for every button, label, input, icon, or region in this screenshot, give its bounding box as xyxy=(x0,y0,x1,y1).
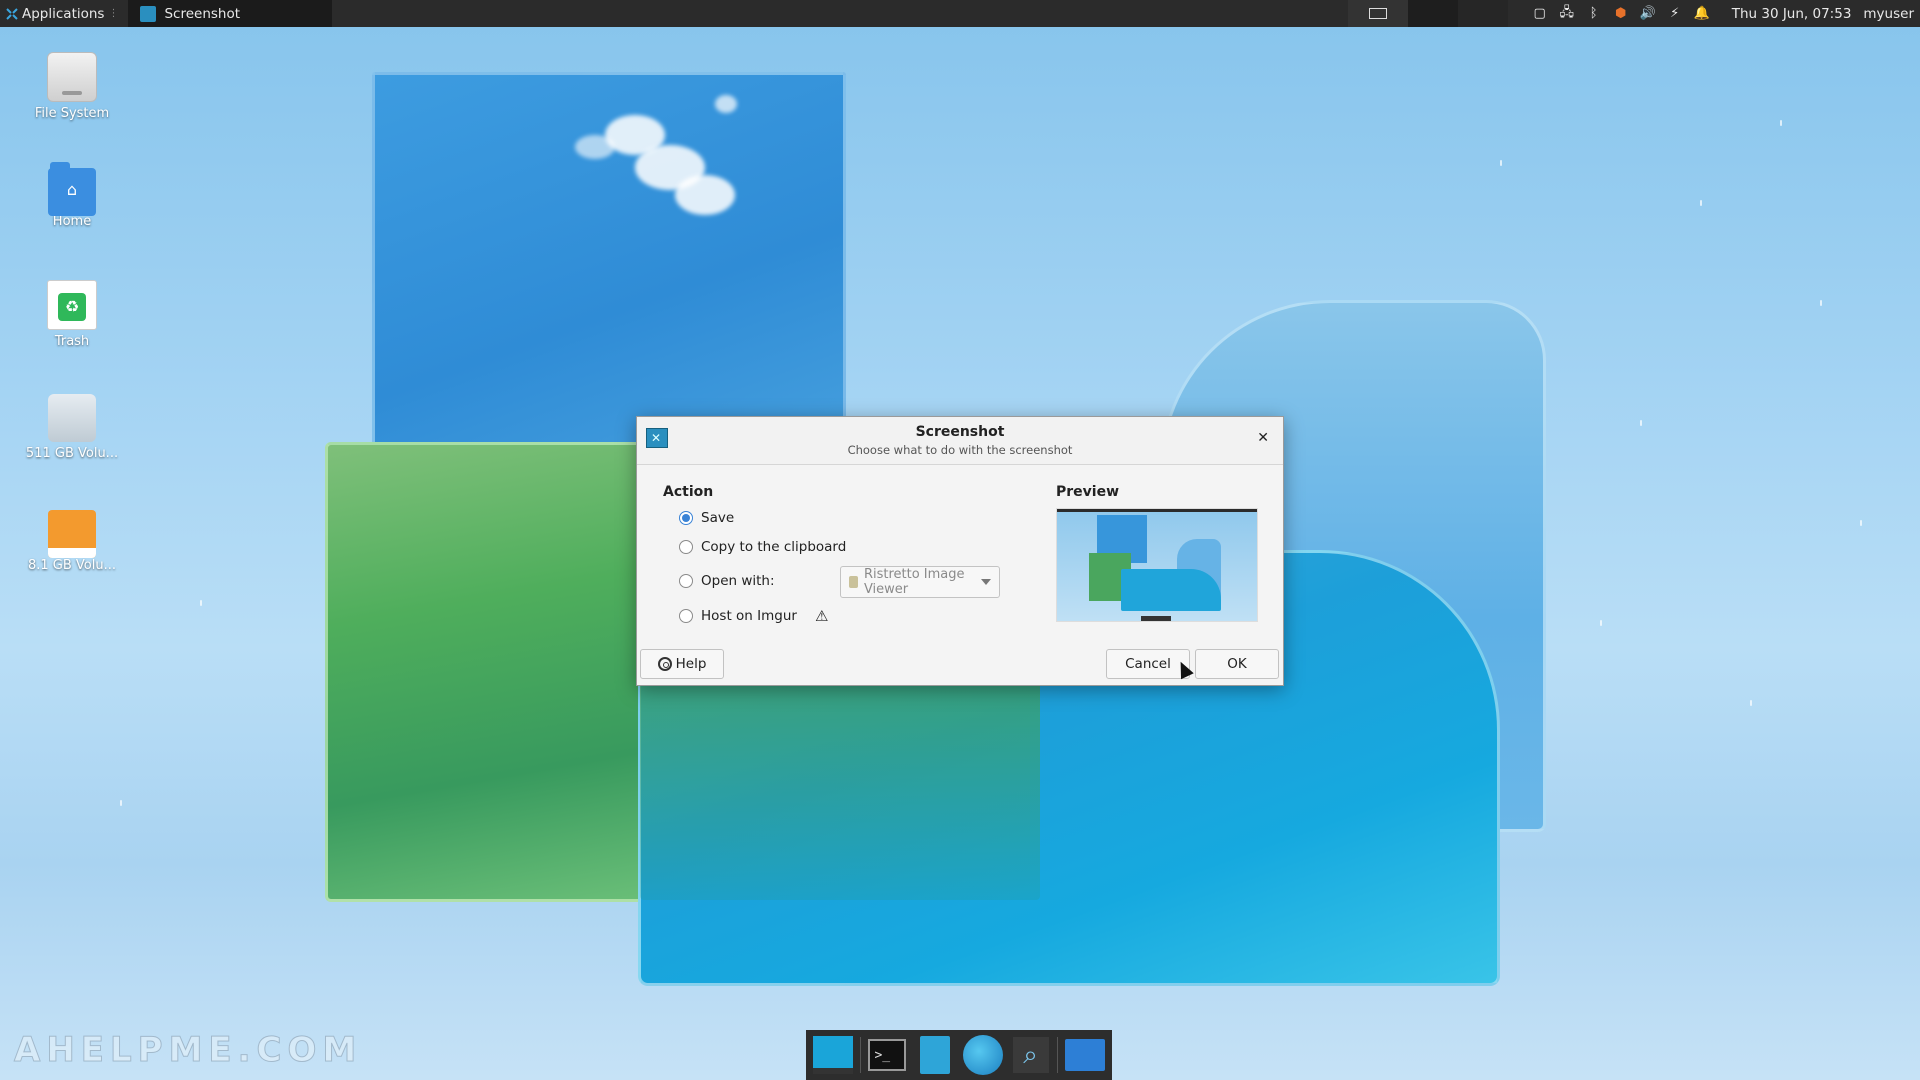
ok-button-label: OK xyxy=(1227,656,1247,672)
action-label: Action xyxy=(663,484,714,500)
clipboard-icon[interactable]: ▢ xyxy=(1532,6,1548,22)
window-icon xyxy=(1368,8,1387,19)
user-menu[interactable]: myuser xyxy=(1863,6,1920,22)
radio-button[interactable] xyxy=(679,540,693,554)
applications-menu[interactable]: Applications ⋮ xyxy=(0,0,124,27)
radio-open-with-label: Open with: xyxy=(701,573,775,589)
dock-show-desktop[interactable] xyxy=(812,1034,854,1076)
workspace-2[interactable] xyxy=(1457,0,1508,27)
help-icon xyxy=(657,657,672,671)
dialog-header: Screenshot Choose what to do with the sc… xyxy=(637,417,1283,465)
radio-button-checked[interactable] xyxy=(679,511,693,525)
dock-separator xyxy=(1057,1037,1059,1073)
desktop-icon-label: File System xyxy=(34,106,110,121)
radio-imgur[interactable]: Host on Imgur ⚠ xyxy=(679,607,828,625)
system-tray: ▢ 🖧 ᛒ ⬢ 🔊 ⚡ 🔔 xyxy=(1508,5,1720,22)
radio-open-with[interactable]: Open with: xyxy=(679,573,775,589)
preview-label: Preview xyxy=(1056,484,1120,500)
workspace-1[interactable] xyxy=(1407,0,1458,27)
dock-file-manager[interactable] xyxy=(914,1034,956,1076)
image-viewer-icon xyxy=(849,576,858,588)
desktop-icon-home[interactable]: ⌂ Home xyxy=(17,162,127,229)
open-with-app-select[interactable]: Ristretto Image Viewer xyxy=(840,566,1000,598)
screenshot-preview xyxy=(1056,508,1258,622)
taskbar-item-screenshot[interactable]: Screenshot xyxy=(128,0,333,27)
desktop-icon-label: Trash xyxy=(54,334,90,349)
ok-button[interactable]: OK xyxy=(1195,649,1279,679)
help-button-label: Help xyxy=(675,656,707,672)
wallpaper-green-overlay xyxy=(640,670,1040,900)
dock-folder[interactable] xyxy=(1064,1034,1106,1076)
volume-icon[interactable]: 🔊 xyxy=(1640,6,1656,22)
radio-imgur-label: Host on Imgur xyxy=(701,608,797,624)
app-finder-icon: ⌕ xyxy=(1012,1037,1049,1073)
radio-clipboard-label: Copy to the clipboard xyxy=(701,539,847,555)
desktop-icon xyxy=(812,1036,853,1074)
desktop-icon-volume-511gb[interactable]: 511 GB Volu... xyxy=(17,394,127,461)
radio-clipboard[interactable]: Copy to the clipboard xyxy=(679,539,846,555)
dialog-subtitle: Choose what to do with the screenshot xyxy=(847,443,1073,457)
desktop-icon-label: Home xyxy=(52,214,92,229)
close-icon[interactable]: ✕ xyxy=(1257,430,1269,446)
show-desktop-button[interactable] xyxy=(1347,0,1408,27)
bell-icon[interactable]: 🔔 xyxy=(1694,6,1710,22)
taskbar-item-label: Screenshot xyxy=(164,5,241,22)
file-manager-icon xyxy=(920,1036,951,1074)
top-panel: Applications ⋮ Screenshot ▢ 🖧 ᛒ ⬢ 🔊 ⚡ 🔔 … xyxy=(0,0,1920,27)
bottom-dock: >_ ⌕ xyxy=(806,1030,1112,1080)
desktop-icon-label: 511 GB Volu... xyxy=(25,446,119,461)
network-icon[interactable]: 🖧 xyxy=(1559,5,1575,22)
clock[interactable]: Thu 30 Jun, 07:53 xyxy=(1720,6,1864,22)
screenshot-app-icon xyxy=(140,5,157,22)
radio-button[interactable] xyxy=(679,609,693,623)
warning-icon[interactable]: ⚠ xyxy=(815,607,828,625)
web-browser-icon xyxy=(962,1035,1003,1075)
cancel-button-label: Cancel xyxy=(1125,656,1171,672)
desktop-icon-trash[interactable]: ♻ Trash xyxy=(17,280,127,349)
watermark: AHELPME.COM xyxy=(13,1030,363,1071)
shield-icon[interactable]: ⬢ xyxy=(1613,6,1629,22)
menu-separator: ⋮ xyxy=(108,8,119,19)
radio-save[interactable]: Save xyxy=(679,510,734,526)
dialog-title: Screenshot xyxy=(915,424,1005,440)
chevron-down-icon xyxy=(981,579,991,585)
help-button[interactable]: Help xyxy=(640,649,724,679)
dock-web-browser[interactable] xyxy=(962,1034,1004,1076)
dock-terminal[interactable]: >_ xyxy=(867,1034,909,1076)
drive-icon xyxy=(47,52,97,102)
xfce-logo-icon xyxy=(6,7,18,20)
applications-label: Applications xyxy=(22,5,105,22)
home-folder-icon: ⌂ xyxy=(48,162,96,216)
drive-icon xyxy=(48,394,96,442)
radio-button[interactable] xyxy=(679,574,693,588)
open-with-app-value: Ristretto Image Viewer xyxy=(863,567,965,597)
usb-drive-icon xyxy=(48,510,96,558)
power-icon[interactable]: ⚡ xyxy=(1667,6,1683,22)
dock-separator xyxy=(859,1037,861,1073)
radio-save-label: Save xyxy=(701,510,735,526)
desktop-icon-label: 8.1 GB Volu... xyxy=(27,558,117,573)
bluetooth-icon[interactable]: ᛒ xyxy=(1586,6,1602,22)
folder-icon xyxy=(1065,1039,1106,1071)
desktop-icon-volume-8gb[interactable]: 8.1 GB Volu... xyxy=(17,506,127,573)
terminal-icon: >_ xyxy=(868,1039,907,1071)
dock-app-finder[interactable]: ⌕ xyxy=(1010,1034,1052,1076)
desktop-icon-file-system[interactable]: File System xyxy=(17,52,127,121)
trash-icon: ♻ xyxy=(47,280,97,330)
screenshot-dialog: Screenshot Choose what to do with the sc… xyxy=(636,416,1284,686)
